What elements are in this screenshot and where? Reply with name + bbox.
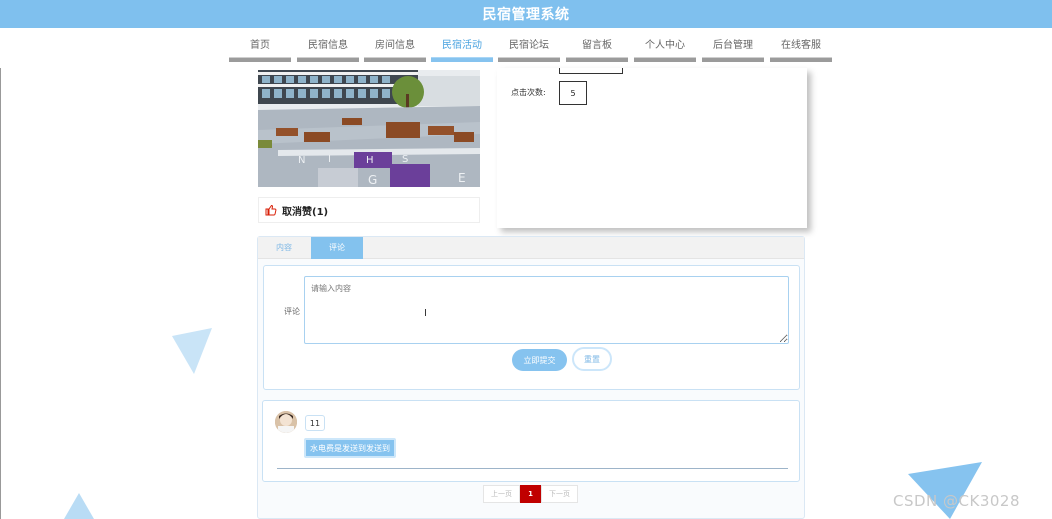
nav-item-forum[interactable]: 民宿论坛	[498, 38, 560, 62]
submit-button[interactable]: 立即提交	[512, 349, 567, 371]
main-nav: 首页 民宿信息 房间信息 民宿活动 民宿论坛 留言板 个人中心 后台管理 在线客…	[0, 28, 1052, 68]
click-count-value: 5	[559, 81, 587, 105]
comment-divider	[277, 468, 788, 469]
tab-bar: 内容 评论	[258, 237, 804, 259]
svg-text:E: E	[458, 171, 466, 185]
comment-list: 11 水电费是发送到发送到	[262, 400, 800, 482]
comment-input[interactable]	[304, 276, 789, 344]
nav-item-personal-center[interactable]: 个人中心	[634, 38, 696, 62]
click-count-label: 点击次数:	[511, 88, 546, 97]
nav-item-label: 留言板	[582, 40, 612, 51]
unlike-button[interactable]: 取消赞(1)	[258, 197, 480, 223]
nav-item-label: 个人中心	[645, 40, 685, 51]
comment-username: 11	[305, 415, 325, 431]
nav-item-label: 民宿论坛	[509, 40, 549, 51]
nav-item-label: 首页	[250, 40, 270, 51]
detail-tabs-panel: 内容 评论 评论 I 立即提交 重置 11 水电费是发送到发送到 上一页 1 下…	[257, 236, 805, 519]
next-page-button[interactable]: 下一页	[541, 485, 578, 503]
decor-triangle-icon	[172, 328, 212, 374]
watermark: CSDN @CK3028	[893, 492, 1021, 510]
info-field-box	[559, 68, 623, 74]
nav-item-label: 在线客服	[781, 40, 821, 51]
nav-item-homestay-activity[interactable]: 民宿活动	[431, 38, 493, 62]
reset-button[interactable]: 重置	[572, 347, 612, 371]
activity-info-card: 点击次数: 5	[497, 68, 807, 228]
activity-photo: N I H S G E	[258, 70, 480, 187]
comment-field-label: 评论	[284, 307, 300, 316]
nav-item-message-board[interactable]: 留言板	[566, 38, 628, 62]
nav-item-online-service[interactable]: 在线客服	[770, 38, 832, 62]
text-cursor-icon: I	[424, 308, 427, 319]
avatar	[275, 411, 297, 433]
comment-text: 水电费是发送到发送到	[304, 438, 396, 458]
decor-triangle-icon	[64, 493, 94, 519]
page-left-rule	[0, 68, 1, 519]
nav-item-label: 民宿信息	[308, 40, 348, 51]
svg-text:H: H	[366, 155, 374, 166]
svg-text:S: S	[402, 154, 408, 165]
nav-item-room-info[interactable]: 房间信息	[364, 38, 426, 62]
prev-page-button[interactable]: 上一页	[483, 485, 520, 503]
decor-triangle-icon	[908, 462, 982, 519]
nav-item-homestay-info[interactable]: 民宿信息	[297, 38, 359, 62]
current-page-button[interactable]: 1	[520, 485, 541, 503]
nav-item-label: 后台管理	[713, 40, 753, 51]
nav-item-home[interactable]: 首页	[229, 38, 291, 62]
top-header: 民宿管理系统	[0, 0, 1052, 28]
svg-text:G: G	[368, 173, 377, 187]
thumbs-up-icon	[265, 204, 277, 216]
tab-comment[interactable]: 评论	[311, 237, 363, 259]
comment-form: 评论 I 立即提交 重置	[263, 265, 800, 390]
nav-item-label: 民宿活动	[442, 40, 482, 51]
app-title: 民宿管理系统	[482, 7, 570, 23]
svg-text:N: N	[298, 155, 305, 166]
nav-item-admin[interactable]: 后台管理	[702, 38, 764, 62]
like-count-label: 取消赞(1)	[282, 206, 329, 218]
svg-text:I: I	[328, 154, 331, 165]
nav-item-label: 房间信息	[375, 40, 415, 51]
tab-content[interactable]: 内容	[258, 237, 310, 259]
pagination: 上一页 1 下一页	[483, 485, 578, 503]
